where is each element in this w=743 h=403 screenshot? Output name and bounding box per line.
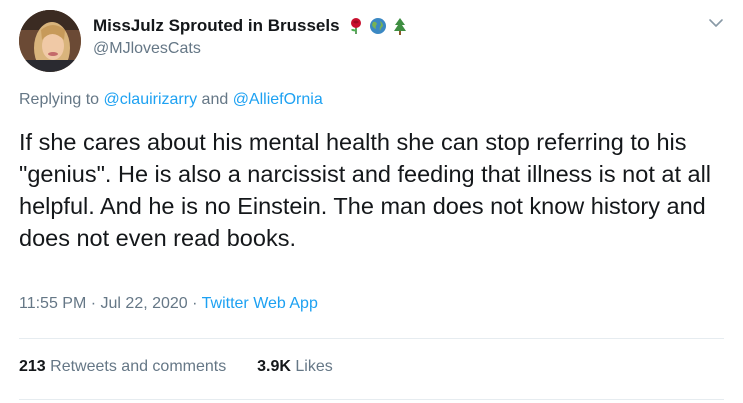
divider: [19, 399, 724, 400]
evergreen-tree-emoji-icon: [391, 17, 409, 35]
retweets-stat[interactable]: 213 Retweets and comments: [19, 358, 226, 375]
rose-emoji-icon: [347, 17, 365, 35]
likes-label: Likes: [290, 358, 333, 375]
replying-to-conjunction: and: [197, 91, 233, 108]
retweets-count: 213: [19, 358, 46, 375]
tweet-source-link[interactable]: Twitter Web App: [202, 295, 318, 312]
author-handle[interactable]: @MJlovesCats: [93, 40, 409, 58]
likes-stat[interactable]: 3.9K Likes: [257, 358, 333, 375]
tweet-author: MissJulz Sprouted in Brussels @MJlovesCa…: [93, 15, 409, 58]
tweet-meta: 11:55 PM · Jul 22, 2020 · Twitter Web Ap…: [19, 295, 318, 313]
replying-to-prefix: Replying to: [19, 91, 104, 108]
mention-link-1[interactable]: @clauirizarry: [104, 91, 198, 108]
author-display-name[interactable]: MissJulz Sprouted in Brussels: [93, 16, 340, 36]
replying-to-line: Replying to @clauirizarry and @AlliefOrn…: [19, 91, 323, 109]
avatar[interactable]: [19, 10, 81, 72]
tweet-text: If she cares about his mental health she…: [19, 129, 712, 251]
name-emojis: [347, 17, 409, 35]
tweet-date[interactable]: Jul 22, 2020: [101, 295, 188, 312]
tweet-time[interactable]: 11:55 PM: [19, 295, 86, 312]
mention-link-2[interactable]: @AlliefOrnia: [233, 91, 323, 108]
meta-separator: ·: [86, 295, 101, 312]
divider: [19, 338, 724, 339]
more-options-chevron-down-icon[interactable]: [707, 14, 725, 32]
likes-count: 3.9K: [257, 358, 291, 375]
tweet-stats: 213 Retweets and comments 3.9K Likes: [19, 358, 333, 376]
retweets-label: Retweets and comments: [45, 358, 227, 375]
author-name-row: MissJulz Sprouted in Brussels: [93, 15, 409, 37]
globe-emoji-icon: [369, 17, 387, 35]
meta-separator: ·: [187, 295, 202, 312]
